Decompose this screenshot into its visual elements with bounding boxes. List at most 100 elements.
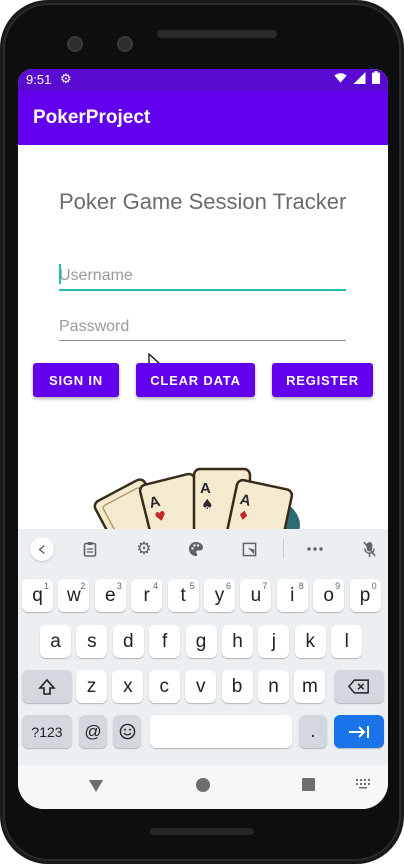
shift-key[interactable] (22, 670, 72, 703)
key-s[interactable]: s (76, 625, 108, 658)
key-label: z (86, 675, 97, 697)
key-hint: 2 (80, 581, 86, 591)
shift-icon (38, 678, 56, 695)
nav-back-icon[interactable] (88, 779, 104, 793)
wifi-icon (334, 72, 347, 83)
earpiece-speaker (157, 30, 277, 38)
key-hint: 9 (335, 581, 341, 591)
key-e[interactable]: e3 (94, 579, 126, 612)
soft-keyboard: ⚙ ?123 @ . q 1 w 2 e 3 r 4 t 5 y 6 u 7 i… (18, 529, 388, 765)
key-label: i (290, 584, 295, 606)
key-hint: 4 (153, 581, 159, 591)
key-label: k (305, 630, 316, 652)
key-hint: 3 (116, 581, 122, 591)
phone-frame: 9:51 ⚙ PokerProject Poker Game Session T… (0, 0, 404, 864)
key-label: l (344, 630, 349, 652)
svg-text:A: A (200, 480, 211, 497)
key-w[interactable]: w2 (58, 579, 90, 612)
signal-icon (353, 71, 366, 84)
sensor-icon (117, 36, 133, 52)
back-icon[interactable] (30, 537, 54, 561)
key-label: j (271, 630, 276, 652)
playing-cards-image: A ♥ A ♠ A ♦ (93, 467, 300, 535)
app-bar: PokerProject (18, 91, 388, 145)
register-button[interactable]: REGISTER (272, 363, 373, 397)
key-u[interactable]: u7 (240, 579, 272, 612)
key-label: a (50, 630, 61, 652)
key-o[interactable]: o9 (313, 579, 345, 612)
emoji-key[interactable] (113, 715, 141, 748)
clear-data-button[interactable]: CLEAR DATA (136, 363, 255, 397)
password-input[interactable] (59, 307, 346, 340)
mic-off-icon[interactable] (358, 538, 380, 560)
palette-icon[interactable] (185, 538, 207, 560)
key-d[interactable]: d (112, 625, 144, 658)
sign-in-button[interactable]: SIGN IN (33, 363, 119, 397)
key-c[interactable]: c (148, 670, 180, 703)
username-input[interactable] (59, 257, 346, 289)
key-label: x (123, 675, 133, 697)
key-label: m (301, 675, 318, 697)
app-title: PokerProject (33, 107, 151, 128)
key-b[interactable]: b (221, 670, 253, 703)
keyboard-switch-icon[interactable] (356, 779, 370, 789)
key-label: o (323, 584, 334, 606)
backspace-icon (348, 679, 369, 694)
key-label: c (159, 675, 170, 697)
nav-recents-icon[interactable] (302, 778, 315, 791)
space-key[interactable] (150, 715, 292, 748)
key-hint: 6 (225, 581, 231, 591)
page-title: Poker Game Session Tracker (59, 189, 347, 214)
key-label: b (231, 675, 243, 697)
key-label: r (143, 584, 150, 606)
status-icons (334, 71, 380, 84)
key-f[interactable]: f (149, 625, 181, 658)
key-label: f (162, 630, 168, 652)
key-i[interactable]: i8 (276, 579, 308, 612)
key-r[interactable]: r4 (131, 579, 163, 612)
nav-home-icon[interactable] (196, 778, 210, 792)
resize-icon[interactable] (238, 538, 260, 560)
key-g[interactable]: g (185, 625, 217, 658)
key-h[interactable]: h (222, 625, 253, 658)
bottom-speaker (150, 828, 254, 835)
screen: 9:51 ⚙ PokerProject Poker Game Session T… (18, 69, 388, 809)
key-label: n (268, 675, 279, 697)
key-p[interactable]: p0 (349, 579, 381, 612)
symbols-key[interactable]: ?123 (22, 715, 72, 748)
key-label: q (32, 584, 43, 606)
key-x[interactable]: x (112, 670, 144, 703)
key-q[interactable]: q1 (22, 579, 53, 612)
key-z[interactable]: z (76, 670, 107, 703)
key-label: d (123, 630, 134, 652)
gear-icon[interactable]: ⚙ (133, 538, 155, 560)
text-caret (59, 264, 61, 284)
more-icon[interactable] (304, 538, 326, 560)
at-key[interactable]: @ (79, 715, 107, 748)
key-label: w (67, 584, 81, 606)
key-v[interactable]: v (185, 670, 217, 703)
username-field[interactable] (59, 257, 346, 291)
key-t[interactable]: t5 (167, 579, 199, 612)
key-hint: 8 (298, 581, 304, 591)
key-label: g (195, 630, 207, 652)
backspace-key[interactable] (334, 670, 384, 703)
key-a[interactable]: a (40, 625, 71, 658)
keyboard-toolbar: ⚙ (18, 529, 388, 569)
key-j[interactable]: j (258, 625, 290, 658)
key-y[interactable]: y6 (204, 579, 235, 612)
password-field[interactable] (59, 307, 346, 341)
key-label: h (232, 630, 243, 652)
clipboard-icon[interactable] (79, 538, 101, 560)
status-time: 9:51 (26, 72, 52, 87)
svg-text:♠: ♠ (201, 497, 214, 513)
period-key[interactable]: . (299, 715, 327, 748)
key-label: u (250, 584, 262, 606)
toolbar-divider (283, 539, 284, 559)
enter-key[interactable] (334, 715, 384, 748)
key-n[interactable]: n (258, 670, 289, 703)
key-l[interactable]: l (331, 625, 363, 658)
key-k[interactable]: k (294, 625, 326, 658)
key-m[interactable]: m (294, 670, 326, 703)
key-label: v (195, 675, 206, 697)
